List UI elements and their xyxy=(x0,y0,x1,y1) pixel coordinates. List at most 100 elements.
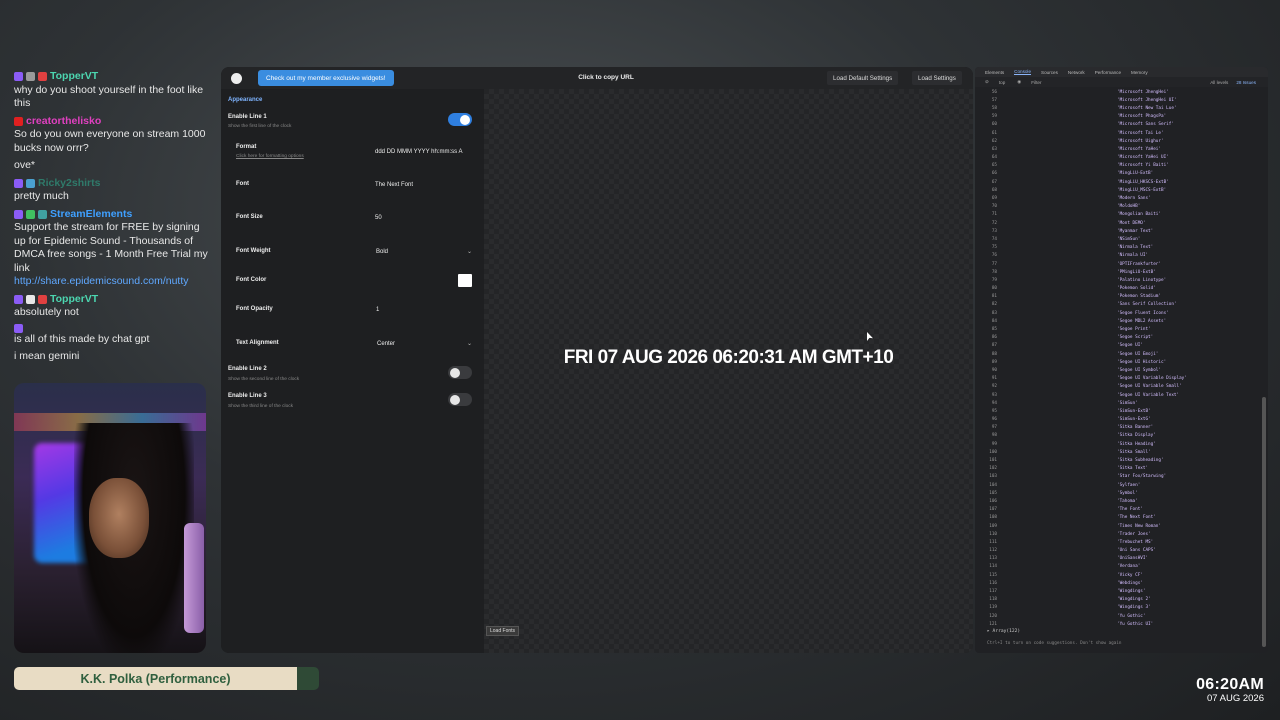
console-row-value: 'NSimSun' xyxy=(1117,236,1141,242)
console-row-index: 74 xyxy=(991,236,997,242)
member-widgets-button[interactable]: Check out my member exclusive widgets! xyxy=(258,70,394,86)
now-playing-accent xyxy=(297,667,319,690)
user-badge-icon xyxy=(38,72,47,82)
devtools-tab[interactable]: Performance xyxy=(1095,70,1121,75)
text-alignment-select[interactable]: Center xyxy=(377,341,395,347)
console-row-value: 'Sylfaen' xyxy=(1117,482,1141,488)
console-row: 110 'Trader Joes' xyxy=(975,530,1268,538)
console-row-index: 68 xyxy=(991,187,997,193)
console-row: 61 'Microsoft Tai Le' xyxy=(975,129,1268,137)
chat-username[interactable]: TopperVT xyxy=(50,293,98,307)
font-weight-select[interactable]: Bold xyxy=(376,249,388,255)
load-default-settings-button[interactable]: Load Default Settings xyxy=(827,71,899,85)
console-row-value: 'Microsoft Yi Baiti' xyxy=(1117,163,1169,169)
console-row-value: 'Times New Roman' xyxy=(1117,523,1161,529)
console-row-value: 'Tahoma' xyxy=(1117,498,1138,504)
console-row: 108 'The Next Font' xyxy=(975,514,1268,522)
devtools-tab[interactable]: Sources xyxy=(1041,70,1058,75)
font-size-input[interactable]: 50 xyxy=(375,215,382,221)
line1-toggle[interactable] xyxy=(448,113,472,126)
console-row-index: 111 xyxy=(989,539,997,545)
settings-panel: Appearance Enable Line 1 Show the first … xyxy=(221,89,484,653)
line2-toggle[interactable] xyxy=(448,366,472,379)
font-opacity-input[interactable]: 1 xyxy=(376,307,379,313)
console-row-index: 116 xyxy=(989,580,997,586)
format-help-link[interactable]: Click here for formatting options xyxy=(236,154,304,159)
copy-url-button[interactable]: Click to copy URL xyxy=(521,74,691,81)
console-row-value: 'UniSansHVI' xyxy=(1117,556,1149,562)
chat-username[interactable]: creatorthelisko xyxy=(26,115,101,129)
devtools-tab[interactable]: Network xyxy=(1068,70,1085,75)
load-fonts-button[interactable]: Load Fonts xyxy=(486,626,520,636)
console-row-value: 'Sitka Display' xyxy=(1117,433,1156,439)
load-settings-button[interactable]: Load Settings xyxy=(912,71,962,85)
console-row-index: 101 xyxy=(989,458,997,464)
chat-message-text: is all of this made by chat gpt xyxy=(14,332,150,345)
font-color-swatch[interactable] xyxy=(458,274,472,287)
font-input[interactable]: The Next Font xyxy=(375,182,413,188)
console-row: 114 'Verdana' xyxy=(975,563,1268,571)
chat-message: TopperVT absolutely not xyxy=(14,293,214,320)
console-row-value: 'Segoe UI' xyxy=(1117,343,1143,349)
user-badge-icon xyxy=(38,294,47,304)
console-row-value: 'Pokemon Solid' xyxy=(1117,286,1156,292)
clear-console-icon[interactable]: ⊘ xyxy=(985,79,989,85)
console-row-value: 'Segoe UI Variable Text' xyxy=(1117,392,1180,398)
log-levels-select[interactable]: All levels xyxy=(1210,80,1228,85)
chat-username[interactable]: TopperVT xyxy=(50,70,98,84)
console-row: 102 'Sitka Text' xyxy=(975,465,1268,473)
console-row: 112 'Uni Sans CAPS' xyxy=(975,547,1268,555)
console-row-value: 'Trader Joes' xyxy=(1117,531,1151,537)
console-row-index: 70 xyxy=(991,204,997,210)
devtools-tab[interactable]: Console xyxy=(1014,69,1032,75)
console-row-index: 106 xyxy=(989,498,997,504)
console-row: 64 'Microsoft YaHei UI' xyxy=(975,154,1268,162)
console-row-value: 'Mongolian Baiti' xyxy=(1117,212,1161,218)
chat-message-text: ove* xyxy=(14,159,36,171)
line3-toggle[interactable] xyxy=(448,393,472,406)
console-row-index: 94 xyxy=(991,400,997,406)
console-row-index: 87 xyxy=(991,343,997,349)
console-row-index: 76 xyxy=(991,253,997,259)
console-row: 69 'Modern Sans' xyxy=(975,194,1268,202)
console-row-value: 'Symbol' xyxy=(1117,490,1138,496)
console-row-index: 119 xyxy=(989,605,997,611)
filter-input[interactable]: Filter xyxy=(1031,80,1041,85)
console-row-index: 110 xyxy=(989,531,997,537)
console-row-index: 56 xyxy=(991,89,997,95)
console-row-index: 69 xyxy=(991,196,997,202)
console-row-index: 108 xyxy=(989,515,997,521)
console-row-value: 'Segoe UI Symbol' xyxy=(1117,367,1161,373)
console-row: 79 'Palatino Linotype' xyxy=(975,276,1268,284)
console-array-summary[interactable]: ▸ Array(122) xyxy=(987,629,1020,634)
user-badge-icon xyxy=(14,323,23,333)
issues-badge[interactable]: 28 Issues xyxy=(1236,80,1256,85)
chat-username[interactable]: StreamElements xyxy=(50,208,132,222)
console-row-index: 104 xyxy=(989,482,997,488)
chat-username[interactable]: Ricky2shirts xyxy=(38,177,100,191)
console-row-value: 'Sitka Subheading' xyxy=(1117,458,1164,464)
webcam-streamer-face xyxy=(89,478,149,558)
console-row-index: 57 xyxy=(991,97,997,103)
format-input[interactable]: ddd DD MMM YYYY hh:mm:ss A xyxy=(375,149,462,155)
context-select[interactable]: top xyxy=(999,80,1005,85)
console-row-value: 'Sitka Banner' xyxy=(1117,425,1154,431)
console-row-index: 91 xyxy=(991,376,997,382)
console-row-value: 'MoldoHB' xyxy=(1117,204,1141,210)
devtools-tab[interactable]: Memory xyxy=(1131,70,1148,75)
console-row-index: 118 xyxy=(989,597,997,603)
line3-description: Show the third line of the clock xyxy=(228,404,294,409)
section-title: Appearance xyxy=(228,97,263,103)
console-row-index: 63 xyxy=(991,146,997,152)
chat-link[interactable]: http://share.epidemicsound.com/nutty xyxy=(14,275,214,289)
devtools-scrollbar[interactable] xyxy=(1262,397,1266,647)
console-row: 104 'Sylfaen' xyxy=(975,481,1268,489)
eye-icon[interactable]: ◉ xyxy=(1017,79,1021,85)
console-row-value: 'Segoe UI Historic' xyxy=(1117,359,1167,365)
console-row-index: 83 xyxy=(991,310,997,316)
console-row-value: 'Modern Sans' xyxy=(1117,196,1151,202)
console-row: 66 'MingLiU-ExtB' xyxy=(975,170,1268,178)
console-row-value: 'Segoe Script' xyxy=(1117,335,1154,341)
devtools-tab[interactable]: Elements xyxy=(985,70,1004,75)
clock-preview-text: FRI 07 AUG 2026 06:20:31 AM GMT+10 xyxy=(563,347,894,368)
